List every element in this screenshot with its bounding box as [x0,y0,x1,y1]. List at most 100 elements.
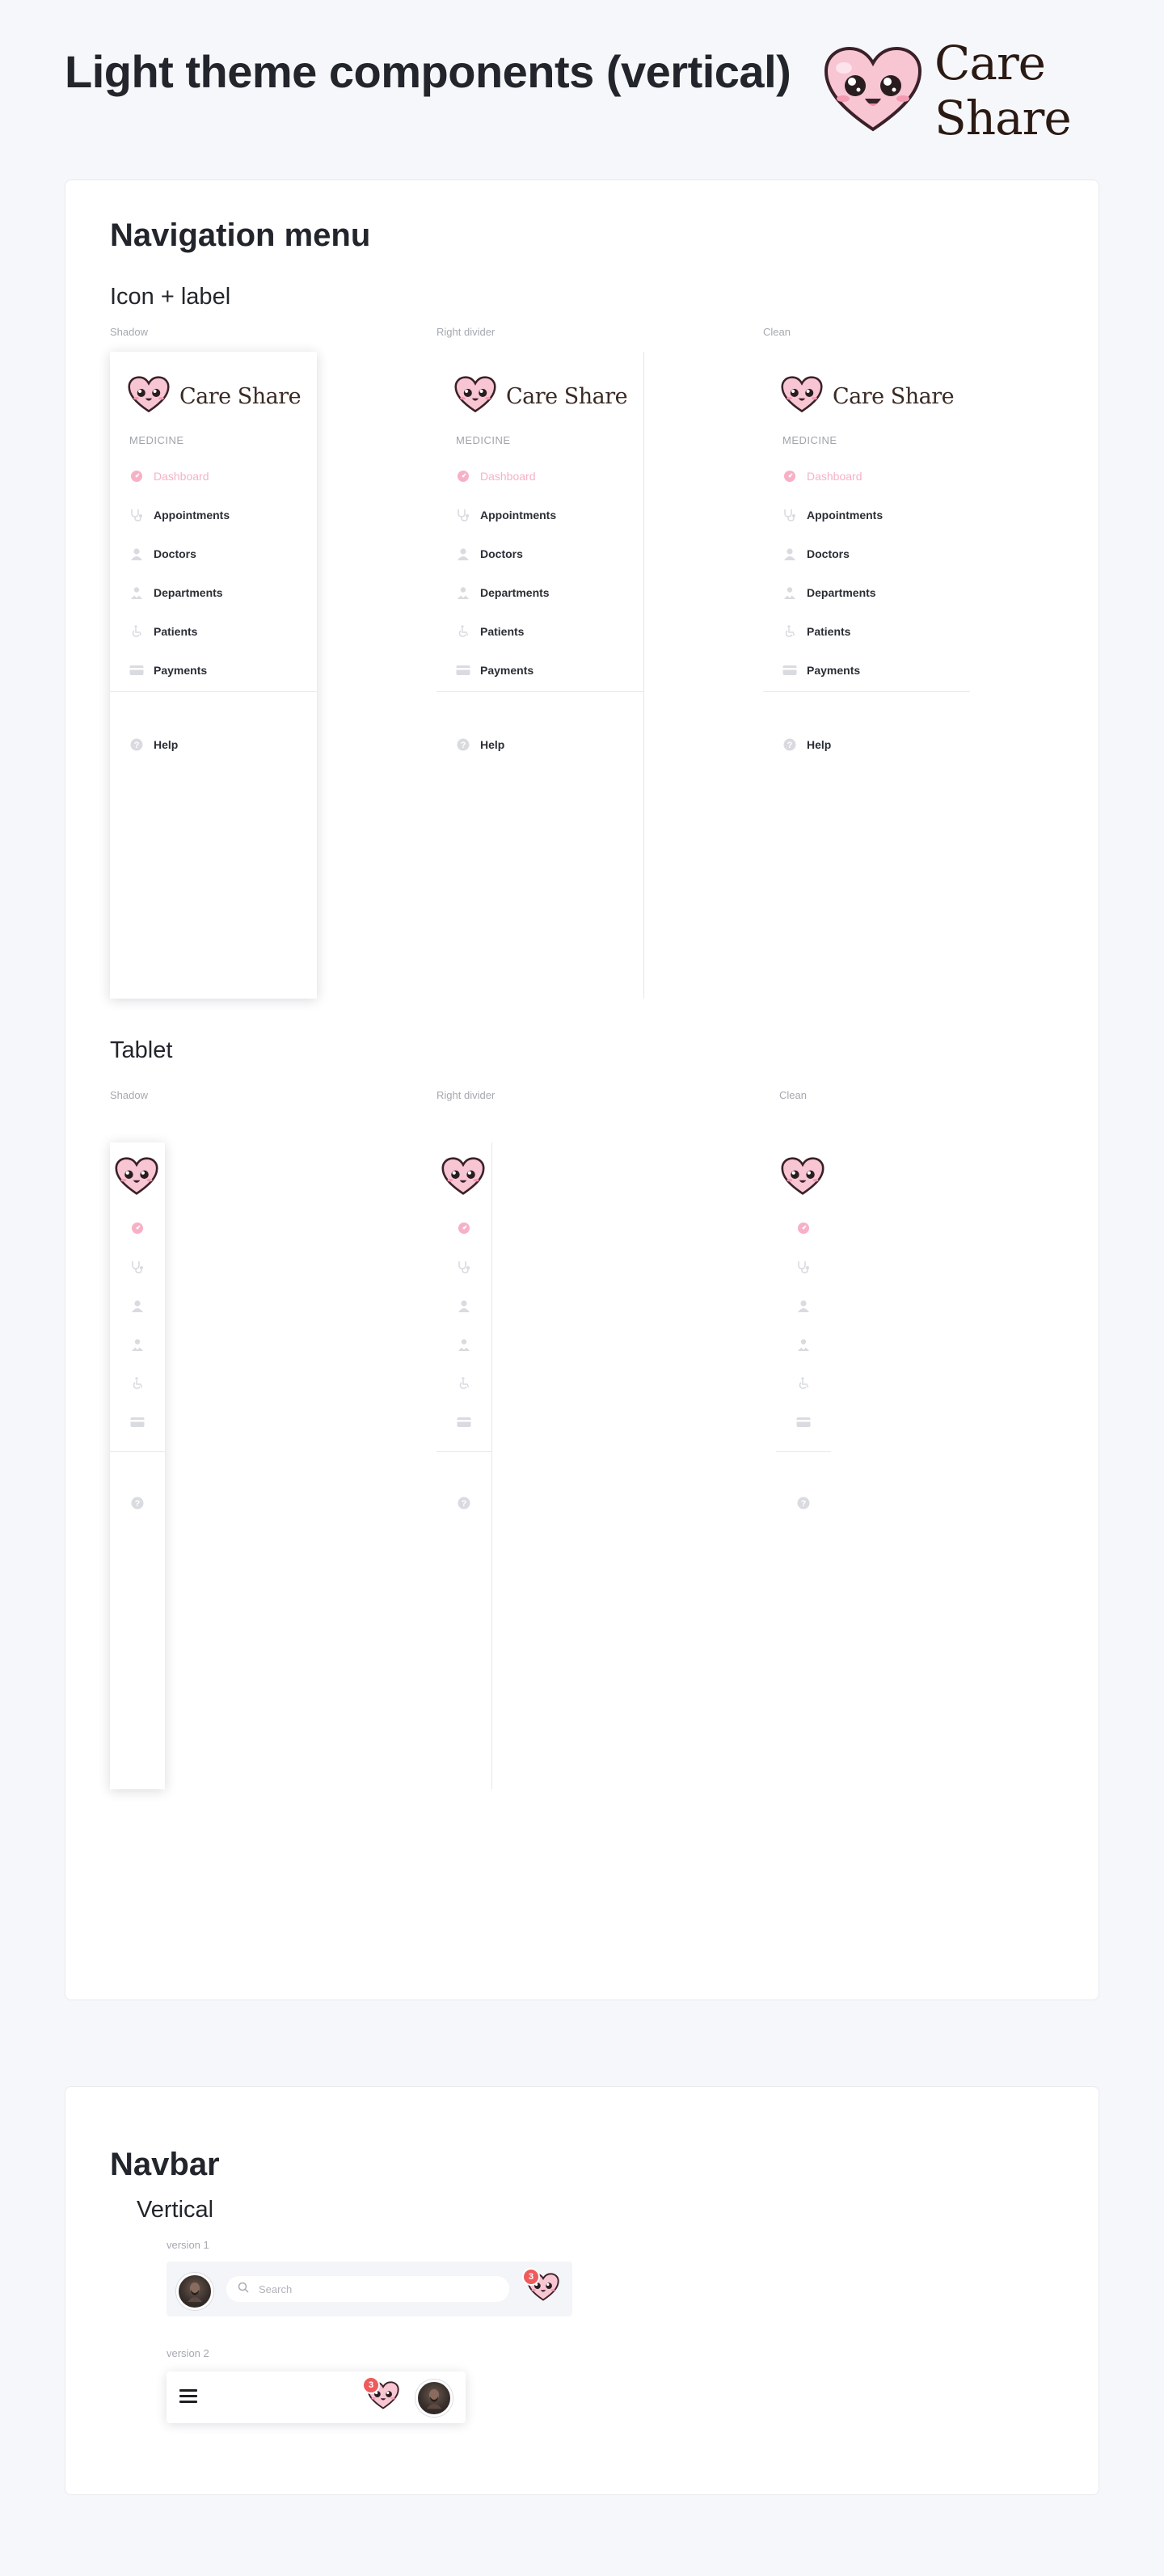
tablet-item-doctors[interactable] [436,1288,491,1327]
tablet-item-payments[interactable] [110,1404,165,1443]
sidebar-item-departments[interactable]: Departments [763,573,970,612]
sidebar-item-departments[interactable]: Departments [436,573,643,612]
tablet-item-patients[interactable] [110,1366,165,1404]
tablet-item-payments[interactable] [776,1404,831,1443]
sidebar-right-divider: Care Share MEDICINE Dashboard Appointmen… [436,352,644,999]
notification-badge: 3 [522,2268,540,2286]
sidebar-item-payments[interactable]: Payments [436,651,643,690]
sidebar-item-dashboard[interactable]: Dashboard [763,457,970,496]
tablet-item-help[interactable]: ? [110,1485,165,1524]
sidebar-shadow: Care Share MEDICINE Dashboard Appointmen… [110,352,317,999]
stethoscope-icon [130,1261,145,1277]
doctor-icon [458,1338,470,1355]
sidebar-item-doctors[interactable]: Doctors [436,534,643,573]
sidebar-item-payments[interactable]: Payments [110,651,317,690]
dashboard-gauge-icon [797,1222,810,1239]
sidebar-item-help[interactable]: ? Help [436,725,643,764]
tablet-rail-logo[interactable] [115,1157,158,1199]
navbar-version-2-label: version 2 [167,2347,209,2359]
tablet-item-departments[interactable] [436,1327,491,1366]
tablet-item-departments[interactable] [110,1327,165,1366]
tablet-rail-shadow: ? [110,1142,165,1789]
sidebar-help-section: ? Help [763,725,970,764]
help-circle-icon: ? [131,1497,144,1514]
wheelchair-icon [131,1376,144,1394]
tablet-item-dashboard[interactable] [110,1210,165,1249]
doctor-icon [456,585,470,600]
sidebar-brand-wordmark: Care Share [179,383,302,409]
brand-wordmark: Care Share [934,36,1072,146]
sidebar-item-label: Dashboard [807,470,862,483]
tablet-item-appointments[interactable] [776,1249,831,1288]
tablet-item-appointments[interactable] [436,1249,491,1288]
tablet-rail-menu [776,1210,831,1443]
section-title-navigation-menu: Navigation menu [110,217,371,253]
search-icon [238,2282,249,2297]
stethoscope-icon [456,508,470,522]
credit-card-icon [456,663,470,678]
sidebar-item-doctors[interactable]: Doctors [763,534,970,573]
sidebar-item-label: Appointments [154,509,230,522]
dashboard-gauge-icon [129,469,144,484]
sidebar-item-appointments[interactable]: Appointments [110,496,317,534]
tablet-item-patients[interactable] [436,1366,491,1404]
tablet-item-doctors[interactable] [110,1288,165,1327]
sidebar-item-patients[interactable]: Patients [763,612,970,651]
sidebar-item-help[interactable]: ? Help [110,725,317,764]
sidebar-item-departments[interactable]: Departments [110,573,317,612]
sidebar-item-label: Doctors [807,547,850,560]
sidebar-item-label: Departments [480,586,550,599]
search-box[interactable] [226,2276,509,2302]
notification-heart-button[interactable]: 3 [522,2268,559,2305]
search-input[interactable] [257,2282,487,2296]
tablet-item-dashboard[interactable] [436,1210,491,1249]
credit-card-icon [130,1417,145,1432]
sidebar-brand[interactable]: Care Share [128,376,302,416]
sidebar-item-help[interactable]: ? Help [763,725,970,764]
user-icon [458,1299,470,1316]
tablet-item-dashboard[interactable] [776,1210,831,1249]
svg-text:?: ? [135,1499,141,1509]
sidebar-item-dashboard[interactable]: Dashboard [436,457,643,496]
navbar-version-1: 3 [167,2261,572,2316]
tablet-item-appointments[interactable] [110,1249,165,1288]
navigation-menu-card: Navigation menu Icon + label Shadow Righ… [65,179,1099,2000]
sidebar-item-label: Payments [480,664,534,677]
navbar-card: Navbar Vertical version 1 3 version 2 [65,2086,1099,2495]
sidebar-item-patients[interactable]: Patients [436,612,643,651]
tablet-rail-right-divider: ? [436,1142,492,1789]
heart-logo-icon [781,376,823,416]
sidebar-brand[interactable]: Care Share [454,376,628,416]
hamburger-menu-button[interactable] [179,2389,197,2404]
sidebar-item-appointments[interactable]: Appointments [763,496,970,534]
sidebar-brand-wordmark: Care Share [506,383,628,409]
tablet-item-payments[interactable] [436,1404,491,1443]
variant-label-clean: Clean [763,326,791,338]
sidebar-brand-wordmark: Care Share [833,383,955,409]
sidebar-brand[interactable]: Care Share [781,376,955,416]
tablet-item-help[interactable]: ? [776,1485,831,1524]
tablet-item-help[interactable]: ? [436,1485,491,1524]
tablet-item-departments[interactable] [776,1327,831,1366]
avatar[interactable] [176,2273,213,2310]
sidebar-item-dashboard[interactable]: Dashboard [110,457,317,496]
tablet-rail-divider [110,1451,165,1452]
sidebar-item-label: Departments [807,586,876,599]
tablet-rail-logo[interactable] [781,1157,824,1199]
tablet-rail-menu [436,1210,491,1443]
sidebar-section-label: MEDICINE [456,434,511,446]
credit-card-icon [457,1417,471,1432]
sidebar-item-payments[interactable]: Payments [763,651,970,690]
sidebar-item-appointments[interactable]: Appointments [436,496,643,534]
notification-heart-button-v2[interactable]: 3 [362,2376,399,2413]
section-title-navbar: Navbar [110,2147,220,2182]
sidebar-item-label: Payments [807,664,861,677]
tablet-rail-logo[interactable] [441,1157,485,1199]
avatar[interactable] [415,2380,453,2417]
tablet-rail-divider [436,1451,491,1452]
tablet-item-patients[interactable] [776,1366,831,1404]
tablet-item-doctors[interactable] [776,1288,831,1327]
sidebar-item-patients[interactable]: Patients [110,612,317,651]
sidebar-item-doctors[interactable]: Doctors [110,534,317,573]
sidebar-section-label: MEDICINE [129,434,184,446]
